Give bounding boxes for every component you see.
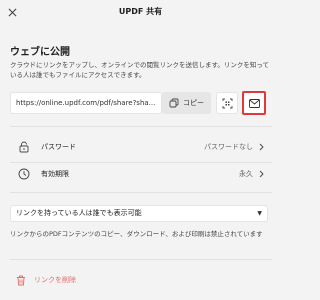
divider: [10, 162, 272, 163]
copy-button[interactable]: コピー: [162, 92, 211, 114]
trash-icon: [17, 275, 25, 285]
share-description: クラウドにリンクをアップし、オンラインでの閲覧リンクを送信します。リンクを知って…: [10, 61, 270, 79]
lock-icon: [17, 140, 31, 154]
email-share-button[interactable]: [242, 91, 266, 115]
delete-link-button[interactable]: リンクを削除: [16, 273, 76, 287]
dropdown-caret-icon: ▼: [257, 210, 262, 217]
password-setting-row[interactable]: パスワード パスワードなし: [10, 137, 272, 157]
clock-icon: [17, 167, 31, 181]
chevron-right-icon: [259, 143, 264, 151]
qr-code-icon: [222, 98, 232, 108]
copy-icon: [169, 98, 179, 108]
share-link-field[interactable]: https://online.updf.com/pdf/share?sha...: [10, 92, 162, 114]
expiration-setting-row[interactable]: 有効期限 永久: [10, 164, 272, 184]
password-label: パスワード: [41, 143, 76, 151]
divider: [10, 259, 272, 260]
divider: [10, 192, 272, 193]
dialog-title: UPDF 共有: [118, 7, 163, 16]
copy-label: コピー: [183, 99, 204, 107]
expiration-label: 有効期限: [41, 170, 69, 178]
chevron-right-icon: [259, 170, 264, 178]
section-title: ウェブに公開: [10, 47, 70, 58]
divider: [10, 126, 272, 127]
qr-code-button[interactable]: [216, 92, 238, 114]
expiration-value: 永久: [239, 170, 253, 178]
permission-selected-value: リンクを持っている人は誰でも表示可能: [16, 209, 142, 217]
delete-link-label: リンクを削除: [34, 276, 76, 284]
permission-note: リンクからのPDFコンテンツのコピー、ダウンロード、および印刷は禁止されています: [10, 230, 263, 238]
permission-select[interactable]: リンクを持っている人は誰でも表示可能 ▼: [10, 205, 268, 222]
password-value: パスワードなし: [204, 143, 253, 151]
mail-icon: [248, 98, 260, 108]
